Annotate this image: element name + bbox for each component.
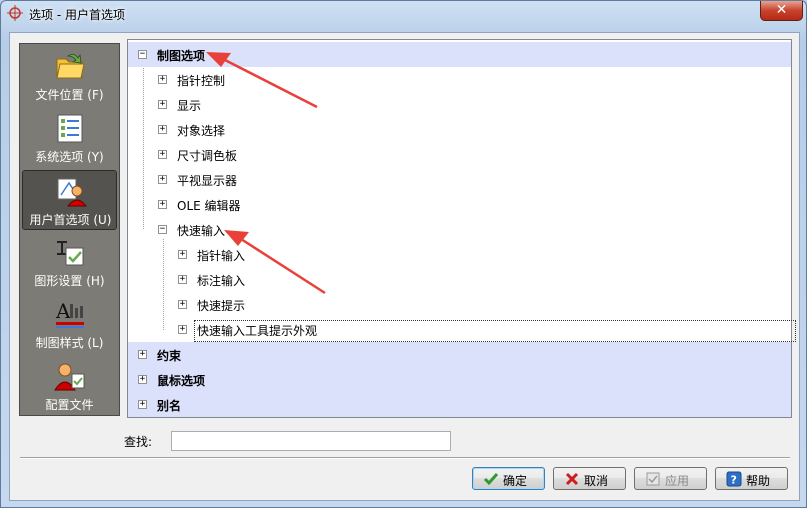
tree-node-label: 显示 [177,99,202,113]
collapse-icon[interactable]: − [158,225,167,234]
close-icon: ✕ [775,2,788,18]
tree-node-dimension-input[interactable]: + 标注输入 [128,267,791,292]
expand-icon[interactable]: + [138,375,147,384]
expand-icon[interactable]: + [178,325,187,334]
apply-button[interactable]: 应用 [634,467,707,490]
help-button[interactable]: ? 帮助 [715,467,788,490]
tree-node-label: 快速提示 [197,299,246,313]
svg-text:?: ? [731,474,737,487]
help-icon: ? [726,471,742,487]
nav-label: 图形设置 (H) [34,274,105,288]
title-bar[interactable]: 选项 - 用户首选项 ✕ [1,1,806,25]
tree-node-label: 尺寸调色板 [177,149,238,163]
tree-node-alias[interactable]: + 别名 [128,392,791,417]
checkmark-icon [483,473,499,486]
options-dialog: 选项 - 用户首选项 ✕ 文件位置 (F) 系统选项 (Y) 用户首选项 (U)… [0,0,807,508]
tree-node-mouse-options[interactable]: + 鼠标选项 [128,367,791,392]
checklist-icon [57,114,83,143]
expand-icon[interactable]: + [158,75,167,84]
search-input[interactable] [171,431,451,451]
tree-node-quick-tip[interactable]: + 快速提示 [128,292,791,317]
tree-node-display[interactable]: + 显示 [128,92,791,117]
tree-node-dimension-palette[interactable]: + 尺寸调色板 [128,142,791,167]
button-label: 确定 [503,474,528,488]
options-tree[interactable]: − 制图选项 + 指针控制 + 显示 + 对象选择 + 尺寸调色板 + 平视显示… [127,39,796,418]
tree-node-quick-input-tooltip[interactable]: + 快速输入工具提示外观 [128,317,796,342]
tree-node-pointer-input[interactable]: + 指针输入 [128,242,791,267]
tree-node-label: 鼠标选项 [157,374,206,388]
tree-node-label: 指针输入 [197,249,246,263]
expand-icon[interactable]: + [178,250,187,259]
tree-node-label: 别名 [157,399,182,413]
tree-node-label: 约束 [157,349,182,363]
tree-node-label: 快速输入工具提示外观 [194,320,796,342]
expand-icon[interactable]: + [178,300,187,309]
nav-item-drafting-style[interactable]: A 制图样式 (L) [22,294,117,354]
tree-node-label: 标注输入 [197,274,246,288]
options-nav: 文件位置 (F) 系统选项 (Y) 用户首选项 (U) 图形设置 (H) A 制… [19,43,120,416]
tree-node-label: 对象选择 [177,124,226,138]
tree-node-ole-editor[interactable]: + OLE 编辑器 [128,192,791,217]
nav-label: 系统选项 (Y) [35,150,104,164]
folder-open-icon [56,53,85,79]
dialog-body: 文件位置 (F) 系统选项 (Y) 用户首选项 (U) 图形设置 (H) A 制… [9,32,800,501]
expand-icon[interactable]: + [178,275,187,284]
expand-icon[interactable]: + [158,125,167,134]
close-button[interactable]: ✕ [760,1,803,21]
nav-label: 用户首选项 (U) [29,213,112,227]
text-style-icon: A [55,299,84,328]
collapse-icon[interactable]: − [138,50,147,59]
nav-item-graphics-settings[interactable]: 图形设置 (H) [22,232,117,292]
expand-icon[interactable]: + [158,200,167,209]
expand-icon[interactable]: + [138,350,147,359]
button-label: 帮助 [746,474,771,488]
tree-node-label: 指针控制 [177,74,226,88]
tree-node-pointer-control[interactable]: + 指针控制 [128,67,791,92]
nav-label: 制图样式 (L) [35,336,104,350]
app-icon [7,5,23,21]
profile-icon [54,363,85,391]
tree-node-label: 制图选项 [157,49,206,63]
expand-icon[interactable]: + [158,100,167,109]
nav-item-file-locations[interactable]: 文件位置 (F) [22,46,117,106]
nav-label: 文件位置 (F) [35,88,104,102]
tree-node-label: 平视显示器 [177,174,238,188]
apply-icon [646,472,660,486]
svg-text:A: A [55,299,71,323]
expand-icon[interactable]: + [158,150,167,159]
nav-item-user-preferences[interactable]: 用户首选项 (U) [22,170,117,230]
button-label: 应用 [665,474,690,488]
button-label: 取消 [584,474,609,488]
tree-node-label: 快速输入 [177,224,226,238]
tree-node-drafting-options[interactable]: − 制图选项 [128,42,791,67]
nav-item-system-options[interactable]: 系统选项 (Y) [22,108,117,168]
nav-item-profiles[interactable]: 配置文件 [22,356,117,416]
tree-node-constraints[interactable]: + 约束 [128,342,791,367]
cancel-x-icon [565,472,579,486]
expand-icon[interactable]: + [158,175,167,184]
tree-node-label: OLE 编辑器 [177,199,241,213]
expand-icon[interactable]: + [138,400,147,409]
user-drawing-icon [57,178,87,207]
ok-button[interactable]: 确定 [472,467,545,490]
separator [20,457,790,459]
cancel-button[interactable]: 取消 [553,467,626,490]
tree-node-object-selection[interactable]: + 对象选择 [128,117,791,142]
tree-node-heads-up-display[interactable]: + 平视显示器 [128,167,791,192]
window-title: 选项 - 用户首选项 [29,8,125,22]
tree-node-quick-input[interactable]: − 快速输入 [128,217,791,242]
graphics-settings-icon [57,241,84,266]
nav-label: 配置文件 [45,398,94,412]
search-label: 查找: [124,435,153,449]
